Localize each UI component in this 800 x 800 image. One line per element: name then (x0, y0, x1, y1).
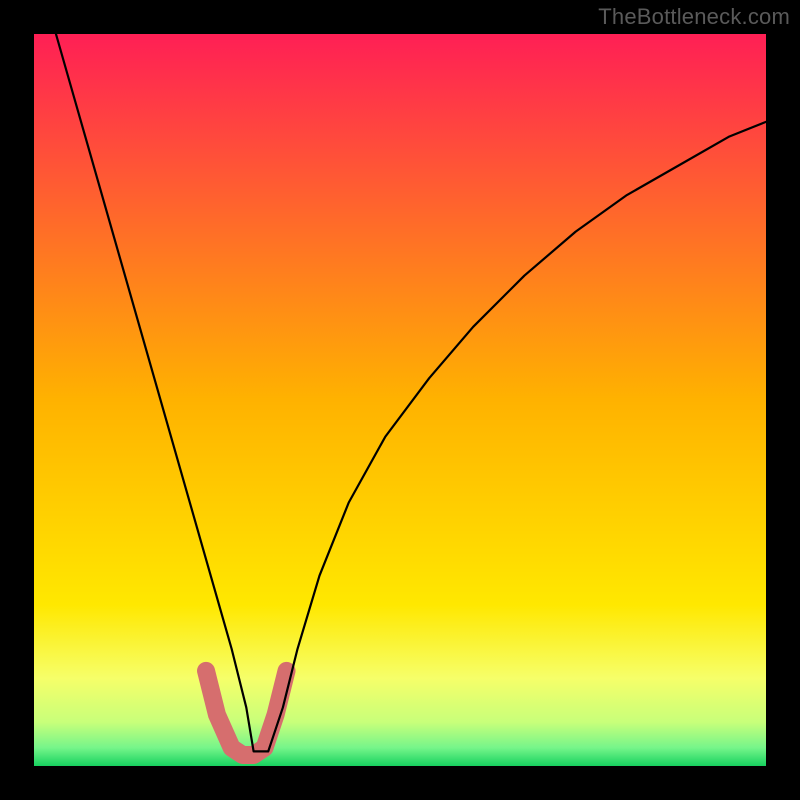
chart-background (34, 34, 766, 766)
watermark-text: TheBottleneck.com (598, 4, 790, 30)
chart-svg (34, 34, 766, 766)
chart-frame: TheBottleneck.com (0, 0, 800, 800)
chart-plot-area (34, 34, 766, 766)
